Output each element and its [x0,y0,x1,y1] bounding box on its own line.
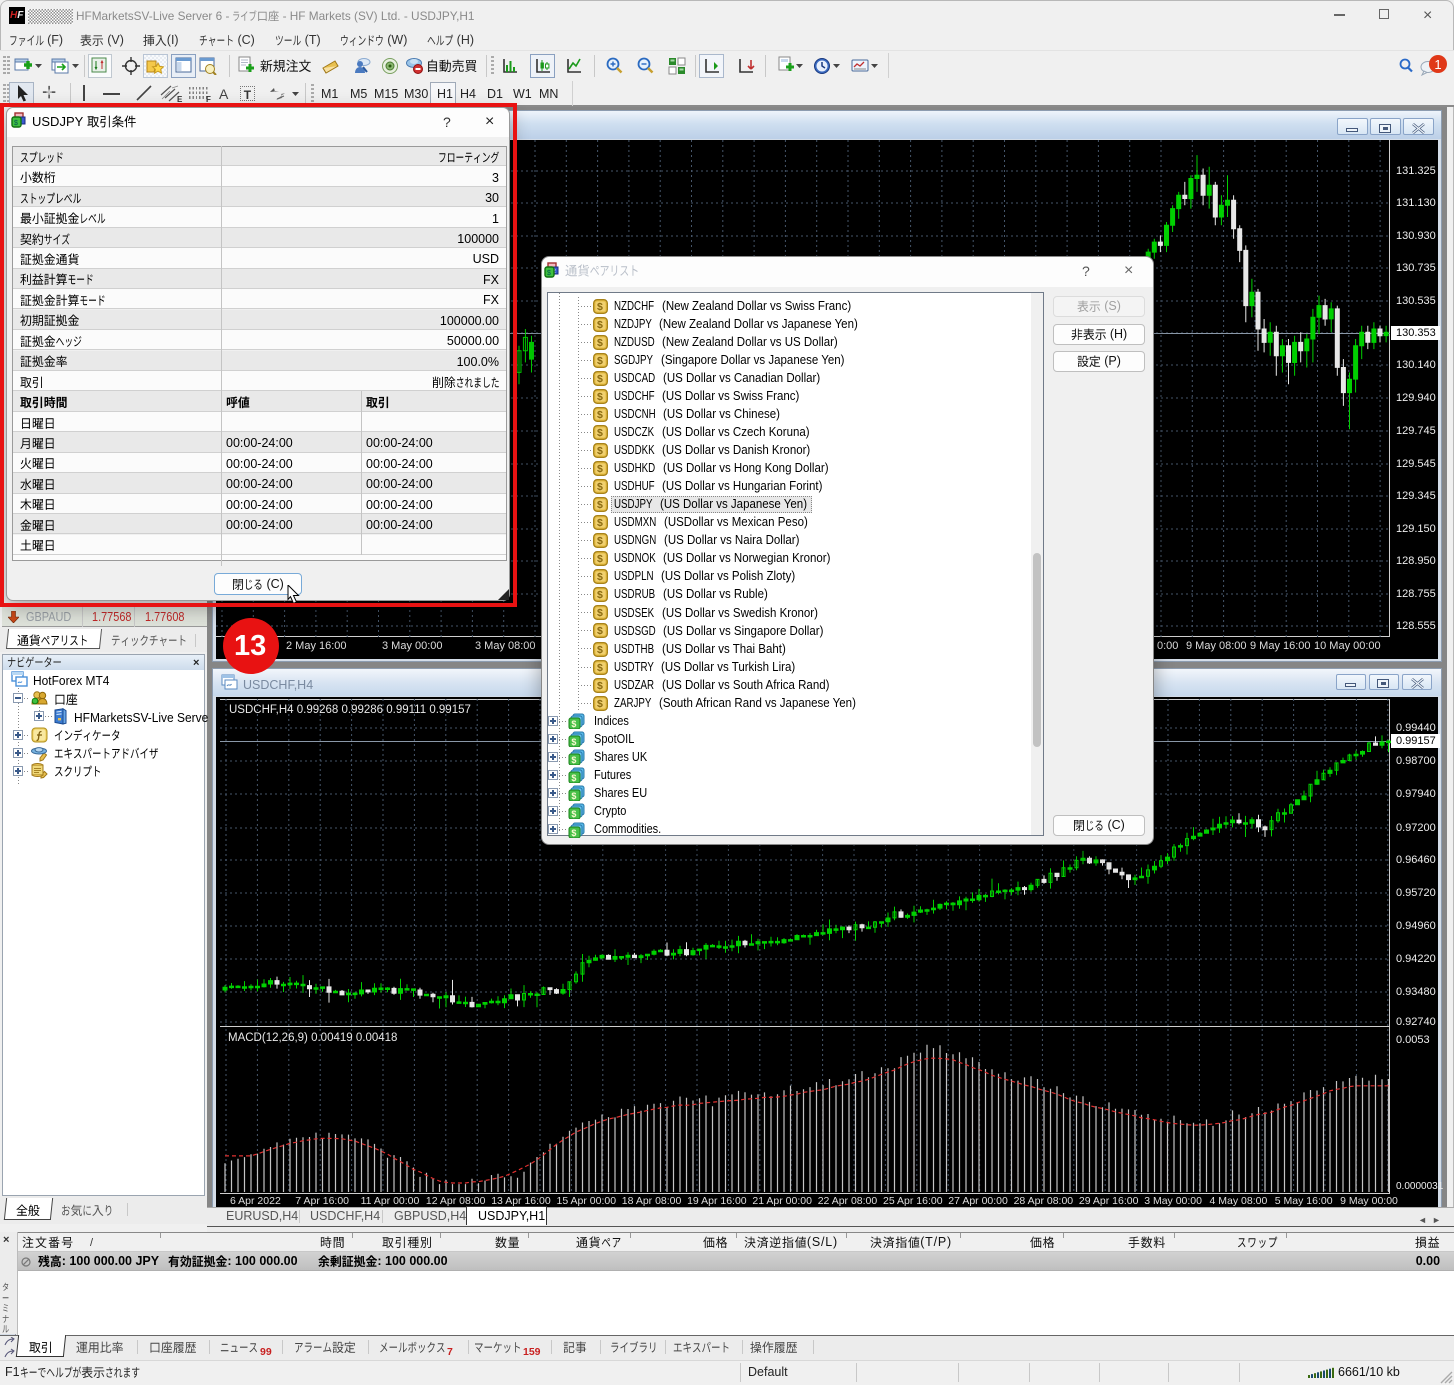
svg-text:$: $ [571,755,576,765]
svg-text:$: $ [597,301,603,313]
svg-text:$: $ [597,553,603,565]
svg-text:$: $ [597,571,603,583]
svg-text:$: $ [571,828,576,838]
svg-text:$: $ [571,737,576,747]
svg-text:$: $ [597,680,603,692]
svg-text:$: $ [597,517,603,529]
svg-text:$: $ [597,337,603,349]
svg-text:$: $ [571,773,576,783]
svg-text:$: $ [597,319,603,331]
svg-text:$: $ [597,589,603,601]
svg-text:$: $ [597,427,603,439]
svg-text:$: $ [597,391,603,403]
svg-text:$: $ [597,463,603,475]
svg-text:$: $ [571,719,576,729]
svg-text:$: $ [597,373,603,385]
svg-text:$: $ [597,608,603,620]
svg-text:$: $ [547,270,551,277]
svg-text:$: $ [597,499,603,511]
svg-text:$: $ [571,809,576,819]
svg-text:$: $ [571,791,576,801]
svg-text:$: $ [597,698,603,710]
svg-text:$: $ [597,445,603,457]
svg-text:$: $ [597,535,603,547]
svg-text:$: $ [597,355,603,367]
svg-text:$: $ [597,409,603,421]
svg-text:$: $ [597,644,603,656]
svg-text:$: $ [597,662,603,674]
svg-text:$: $ [597,626,603,638]
svg-text:$: $ [597,481,603,493]
